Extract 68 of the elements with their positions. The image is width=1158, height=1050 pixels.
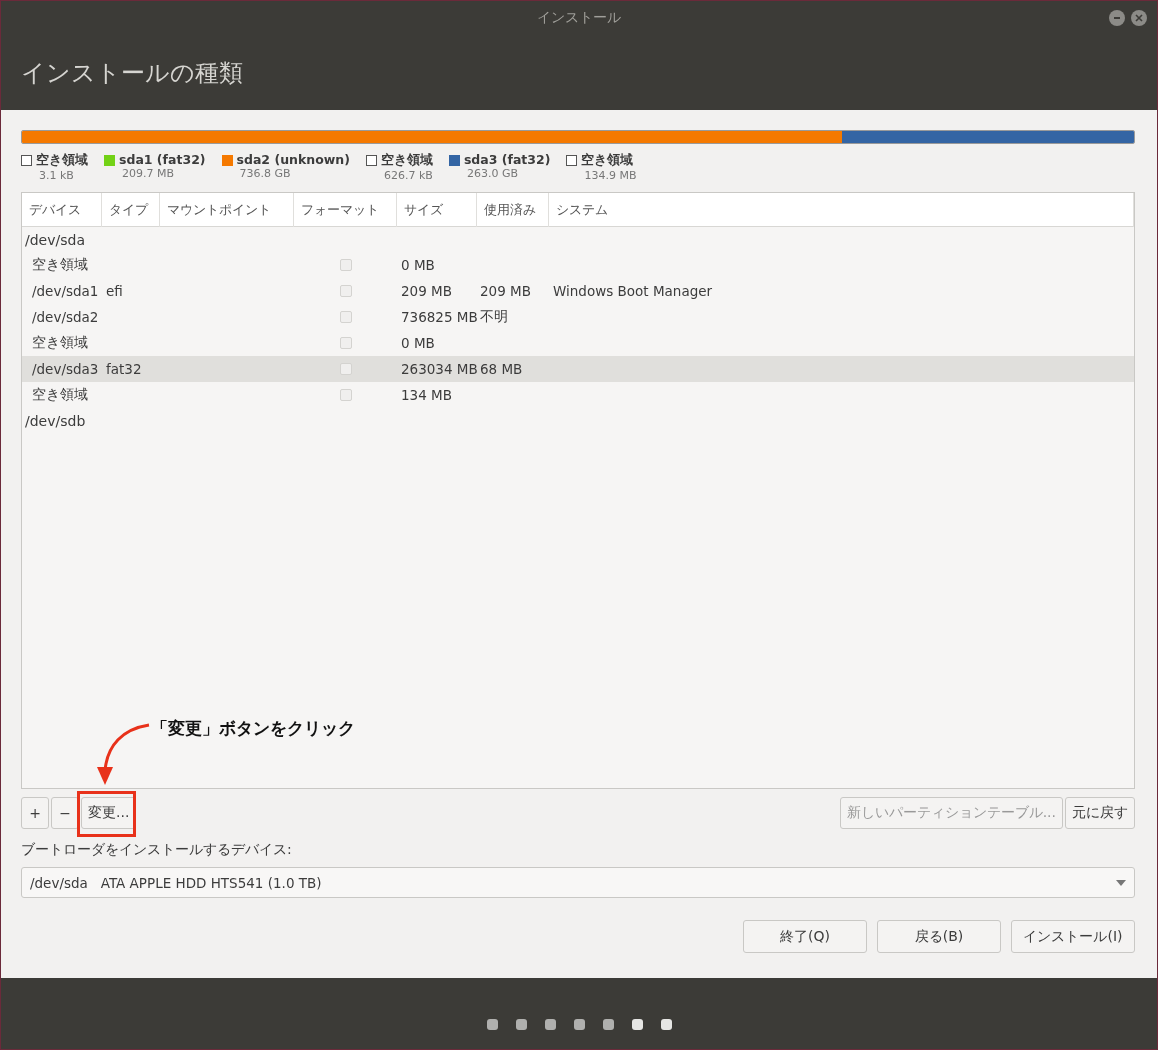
device-cell-text: /dev/sda1 [31,283,100,299]
close-icon[interactable] [1131,10,1147,26]
dialog-button[interactable]: 終了(Q) [743,920,867,953]
size-cell: 263034 MB [401,361,478,377]
legend-size: 263.0 GB [466,167,519,180]
partition-row[interactable]: /dev/sda1 efi 209 MB 209 MB Windows Boot Manager [22,278,1134,304]
add-button[interactable]: + [21,797,49,829]
legend-size: 3.1 kB [39,169,75,182]
remove-button[interactable]: − [51,797,79,829]
format-checkbox[interactable] [339,311,352,323]
legend-name: 空き領域 [581,152,635,169]
device-cell-text: /dev/sda3 [31,361,100,377]
column-header[interactable]: マウントポイント [160,193,294,227]
legend-name: 空き領域 [36,152,88,169]
legend-size: 134.9 MB [584,169,637,182]
column-header[interactable]: デバイス [22,193,102,227]
format-checkbox[interactable] [339,363,352,375]
column-header[interactable]: サイズ [397,193,477,227]
column-header[interactable]: フォーマット [294,193,397,227]
legend-name: 空き領域 [380,152,433,169]
size-cell: 736825 MB [401,309,478,325]
device-cell-text: /dev/sdb [24,412,87,429]
column-header[interactable]: システム [549,193,1134,227]
minimize-icon[interactable] [1109,10,1125,26]
column-header[interactable]: タイプ [102,193,160,227]
device-cell-text: /dev/sda2 [31,309,100,325]
highlight-frame [77,791,136,837]
system-cell: Windows Boot Manager [553,283,713,299]
format-checkbox[interactable] [339,337,352,349]
revert-button[interactable]: 元に戻す [1065,797,1135,829]
device-cell-text: 空き領域 [31,256,89,274]
partition-row[interactable]: 空き領域 0 MB [22,252,1134,278]
window-title: インストール [537,9,621,27]
dialog-button[interactable]: 戻る(B) [877,920,1001,953]
device-cell-text: /dev/sda [24,231,86,248]
annotation-text: 「変更」ボタンをクリック [151,717,355,740]
size-cell: 0 MB [401,335,435,351]
legend-name: sda3 (fat32) [463,152,551,167]
size-cell: 0 MB [401,257,435,273]
legend-size: 209.7 MB [122,167,176,180]
column-header[interactable]: 使用済み [477,193,549,227]
dialog-button[interactable]: インストール(I) [1011,920,1135,953]
type-cell: efi [106,283,123,299]
size-cell: 209 MB [401,283,452,299]
used-cell: 68 MB [480,361,523,377]
disk-row[interactable]: /dev/sdb [22,408,1134,433]
page-title: インストールの種類 [21,57,243,89]
partition-row[interactable]: /dev/sda3 fat32 263034 MB 68 MB [22,356,1134,382]
bootloader-dropdown[interactable]: /dev/sda ATA APPLE HDD HTS541 (1.0 TB) [21,867,1135,898]
legend-size: 626.7 kB [383,169,433,182]
bootloader-label: ブートローダをインストールするデバイス: [21,841,293,859]
type-cell: fat32 [106,361,142,377]
legend-name: sda1 (fat32) [119,152,206,167]
legend-name: sda2 (unknown) [236,152,350,167]
dropdown-caret-icon [1116,879,1126,886]
legend-size: 736.8 GB [239,167,292,180]
device-cell-text: 空き領域 [31,334,89,352]
format-checkbox[interactable] [339,285,352,297]
disk-row[interactable]: /dev/sda [22,227,1134,252]
format-checkbox[interactable] [339,259,352,271]
used-cell: 不明 [480,308,508,324]
format-checkbox[interactable] [339,389,352,401]
partition-row[interactable]: /dev/sda2 736825 MB 不明 [22,304,1134,330]
device-cell-text: 空き領域 [31,386,89,404]
partition-row[interactable]: 空き領域 134 MB [22,382,1134,408]
size-cell: 134 MB [401,387,452,403]
used-cell: 209 MB [480,283,531,299]
partition-row[interactable]: 空き領域 0 MB [22,330,1134,356]
